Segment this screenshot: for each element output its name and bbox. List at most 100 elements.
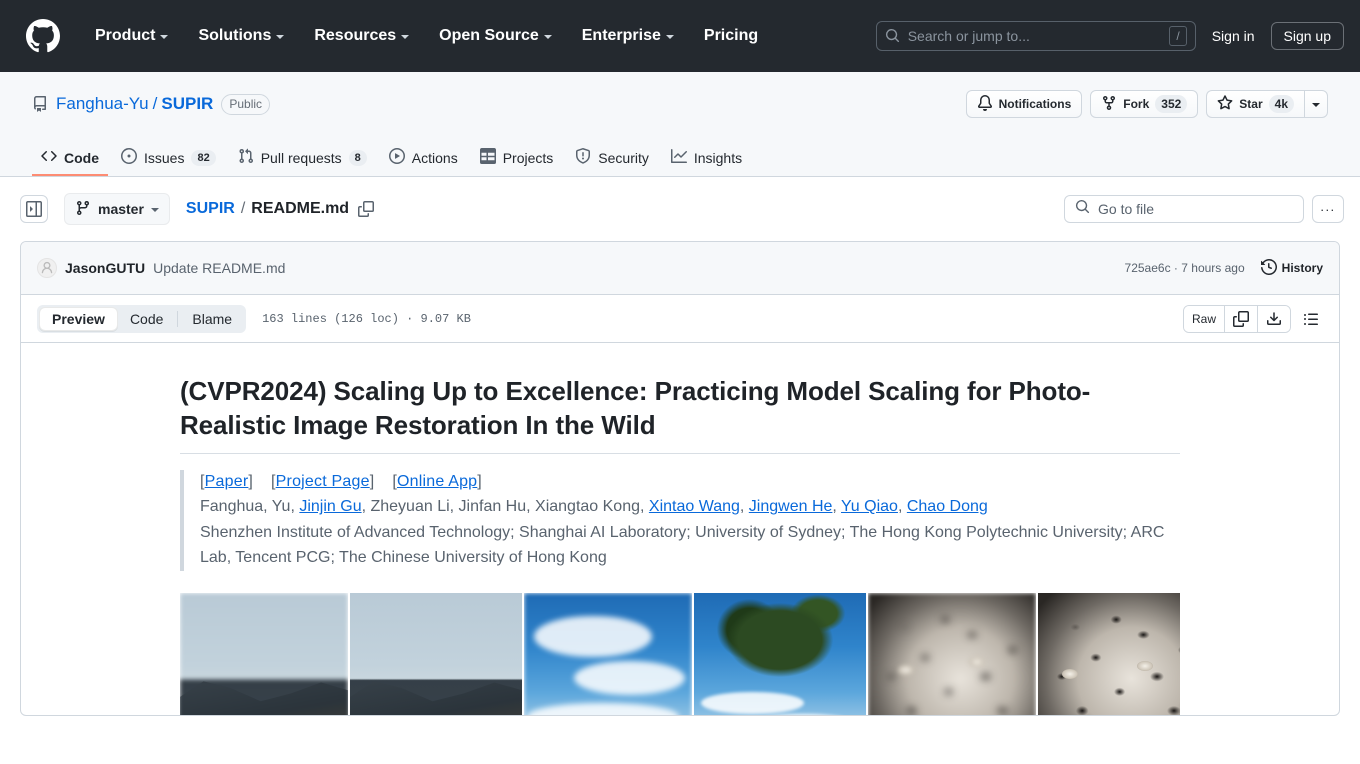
- breadcrumb-file-name: README.md: [251, 200, 350, 217]
- chevron-down-icon: [543, 34, 552, 39]
- commit-author-link[interactable]: JasonGUTU: [65, 260, 145, 276]
- bracket-close: ]: [248, 472, 254, 490]
- copy-raw-icon[interactable]: [1225, 305, 1258, 332]
- tab-security[interactable]: Security: [566, 141, 658, 176]
- code-icon: [41, 148, 57, 167]
- issues-count: 82: [191, 149, 216, 166]
- authors-line: Fanghua, Yu, Jinjin Gu, Zheyuan Li, Jinf…: [200, 495, 1180, 520]
- author-sep: ,: [739, 498, 749, 516]
- nav-item-pricing[interactable]: Pricing: [689, 21, 773, 51]
- tab-insights[interactable]: Insights: [662, 141, 751, 176]
- file-meta-stats: 163 lines (126 loc) · 9.07 KB: [262, 311, 471, 326]
- commit-meta-group: 725ae6c · 7 hours ago History: [1125, 258, 1323, 278]
- sign-in-link[interactable]: Sign in: [1212, 28, 1255, 44]
- star-button[interactable]: Star 4k: [1206, 90, 1304, 118]
- go-to-file-input[interactable]: Go to file: [1064, 195, 1304, 223]
- notifications-label: Notifications: [998, 97, 1072, 111]
- search-icon: [885, 28, 900, 43]
- tab-code-view[interactable]: Code: [118, 307, 175, 331]
- nav-item-resources[interactable]: Resources: [299, 21, 424, 51]
- author-text: Fanghua, Yu: [200, 498, 291, 516]
- github-mark-icon[interactable]: [26, 18, 60, 53]
- repo-name-link[interactable]: SUPIR: [161, 94, 213, 114]
- raw-actions-group: Raw: [1182, 304, 1291, 333]
- tab-code[interactable]: Code: [32, 141, 108, 176]
- author-link-jinjin-gu[interactable]: Jinjin Gu: [299, 498, 361, 515]
- collage-pair-leopard: [868, 592, 1180, 715]
- nav-item-label: Product: [95, 26, 156, 44]
- collage-image-mountain-blurry: [180, 592, 348, 715]
- collage-image-mountain-restored: [350, 592, 522, 715]
- repo-path-separator: /: [152, 94, 158, 113]
- latest-commit-row: JasonGUTU Update README.md 725ae6c · 7 h…: [21, 242, 1339, 295]
- tab-blame[interactable]: Blame: [180, 307, 244, 331]
- fork-button[interactable]: Fork 352: [1090, 90, 1199, 118]
- collage-image-sky-restored: [694, 592, 866, 715]
- nav-item-solutions[interactable]: Solutions: [183, 21, 299, 51]
- commit-sha-and-time[interactable]: 725ae6c · 7 hours ago: [1125, 261, 1245, 275]
- file-toolbar-actions: Raw: [1182, 304, 1323, 333]
- global-nav: Product Solutions Resources Open Source …: [80, 21, 773, 51]
- nav-item-product[interactable]: Product: [80, 21, 183, 51]
- star-button-group: Star 4k: [1206, 90, 1328, 118]
- repo-visibility-badge: Public: [221, 93, 271, 115]
- search-input[interactable]: Search or jump to... /: [875, 20, 1196, 51]
- search-icon: [1075, 199, 1090, 219]
- segment-divider: [177, 310, 179, 327]
- graph-icon: [670, 148, 687, 167]
- repository-title-row: Fanghua-Yu / SUPIR Public Notifications …: [32, 88, 1328, 120]
- raw-button[interactable]: Raw: [1183, 305, 1225, 332]
- file-view-switcher: Preview Code Blame: [37, 304, 247, 333]
- tab-preview[interactable]: Preview: [39, 306, 118, 331]
- notifications-button[interactable]: Notifications: [965, 90, 1083, 118]
- list-unordered-icon[interactable]: [1299, 311, 1323, 327]
- branch-selector[interactable]: master: [64, 193, 170, 225]
- star-label: Star: [1239, 97, 1263, 111]
- nav-item-enterprise[interactable]: Enterprise: [567, 21, 689, 51]
- fork-label: Fork: [1123, 97, 1150, 111]
- tab-label: Actions: [411, 149, 458, 166]
- project-page-link[interactable]: Project Page: [276, 473, 370, 490]
- file-nav-right-group: Go to file ...: [1064, 195, 1344, 223]
- sign-up-button[interactable]: Sign up: [1270, 21, 1344, 50]
- online-app-link[interactable]: Online App: [397, 473, 477, 490]
- paper-link[interactable]: Paper: [205, 473, 249, 490]
- star-dropdown-button[interactable]: [1304, 90, 1328, 118]
- avatar[interactable]: [37, 258, 57, 278]
- bracket-close: ]: [477, 472, 482, 490]
- sidebar-expand-icon[interactable]: [20, 195, 48, 223]
- collage-pair-mountain: [180, 592, 522, 715]
- breadcrumb-repo-link[interactable]: SUPIR: [186, 200, 235, 218]
- nav-item-label: Open Source: [439, 26, 539, 44]
- bell-icon: [977, 94, 993, 114]
- copy-icon[interactable]: [358, 201, 375, 217]
- more-options-button[interactable]: ...: [1312, 195, 1344, 223]
- play-icon: [388, 148, 405, 167]
- pull-requests-count: 8: [348, 149, 367, 166]
- bracket-close: ]: [369, 472, 375, 490]
- chevron-down-icon: [401, 34, 410, 39]
- author-link-yu-qiao[interactable]: Yu Qiao: [841, 498, 898, 515]
- search-placeholder: Search or jump to...: [907, 27, 1030, 44]
- author-text: , Zheyuan Li, Jinfan Hu, Xiangtao Kong,: [361, 498, 649, 516]
- repo-owner-link[interactable]: Fanghua-Yu: [56, 94, 149, 114]
- tab-pull-requests[interactable]: Pull requests 8: [229, 141, 376, 176]
- nav-item-label: Enterprise: [581, 26, 661, 44]
- history-button[interactable]: History: [1260, 258, 1323, 278]
- author-link-jingwen-he[interactable]: Jingwen He: [749, 498, 833, 515]
- author-link-chao-dong[interactable]: Chao Dong: [907, 498, 988, 515]
- triangle-down-icon: [150, 208, 159, 212]
- history-icon: [1260, 258, 1277, 278]
- tab-issues[interactable]: Issues 82: [112, 141, 225, 176]
- tab-label: Projects: [502, 149, 554, 166]
- author-link-xintao-wang[interactable]: Xintao Wang: [649, 498, 740, 515]
- commit-message-link[interactable]: Update README.md: [153, 260, 285, 276]
- commit-dot: ·: [1173, 261, 1178, 275]
- shield-icon: [575, 148, 591, 167]
- chevron-down-icon: [276, 34, 285, 39]
- nav-item-open-source[interactable]: Open Source: [424, 21, 567, 51]
- tab-projects[interactable]: Projects: [471, 141, 563, 176]
- download-icon[interactable]: [1258, 305, 1290, 332]
- tab-actions[interactable]: Actions: [380, 141, 467, 176]
- nav-item-label: Resources: [314, 26, 397, 44]
